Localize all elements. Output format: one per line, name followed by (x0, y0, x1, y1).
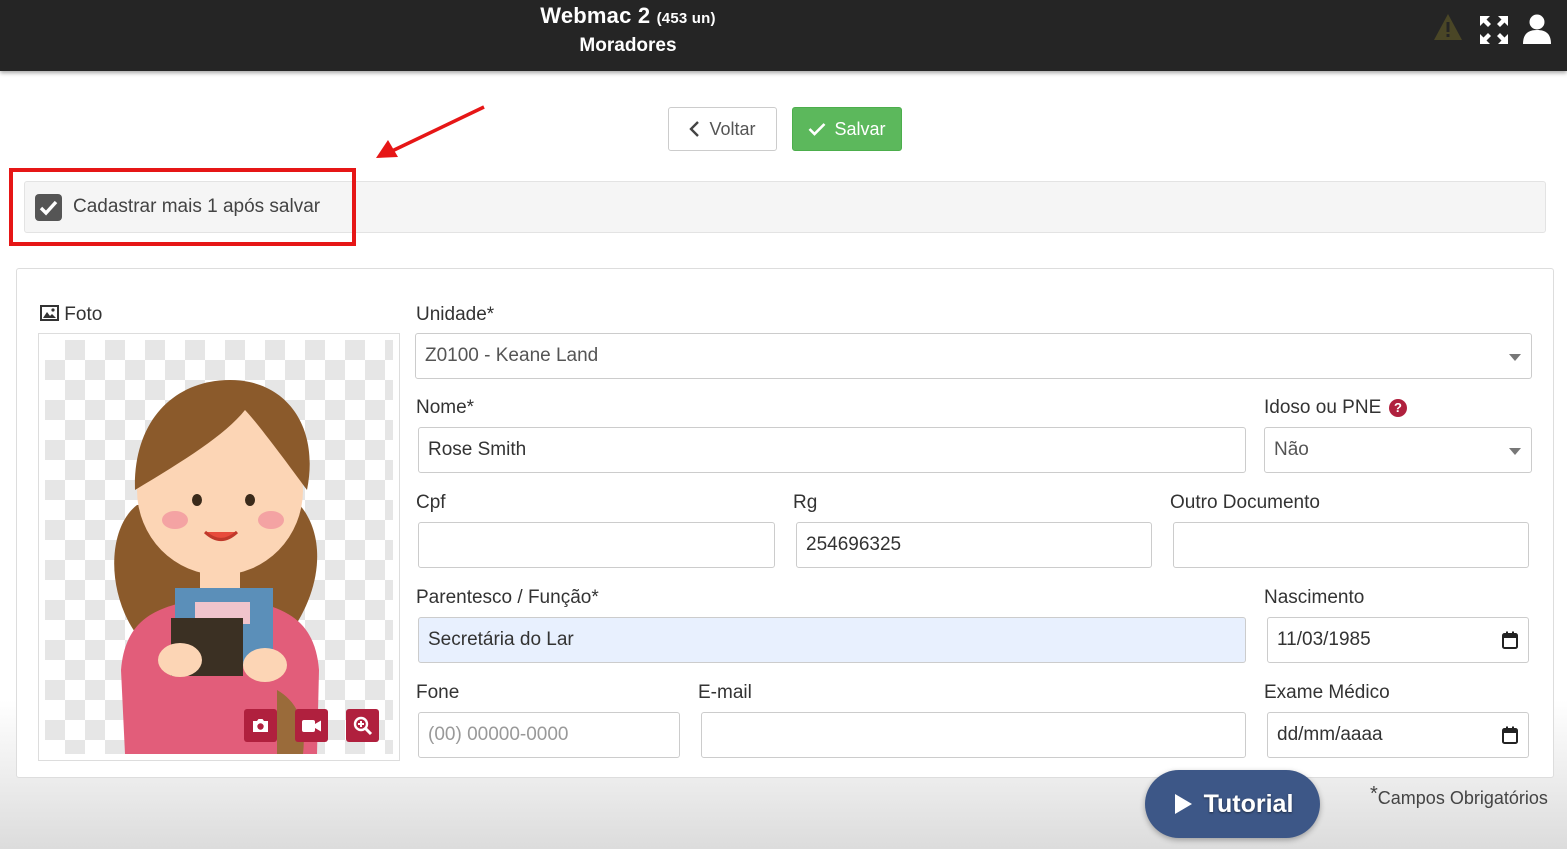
chevron-left-icon (689, 121, 700, 137)
app-name: Webmac 2 (540, 3, 651, 28)
exame-medico-date-input[interactable]: dd/mm/aaaa (1267, 712, 1529, 758)
unit-count: (453 un) (656, 10, 716, 27)
calendar-icon[interactable] (1502, 631, 1518, 649)
app-title: Webmac 2 (453 un) (0, 3, 1256, 29)
rg-input[interactable]: 254696325 (796, 522, 1152, 568)
unidade-label: Unidade* (416, 304, 495, 325)
warning-icon[interactable] (1432, 12, 1464, 47)
check-icon (809, 123, 826, 136)
nascimento-date-input[interactable]: 11/03/1985 (1267, 617, 1529, 663)
cpf-label: Cpf (416, 492, 446, 513)
fone-placeholder: (00) 00000-0000 (428, 724, 569, 745)
idoso-value: Não (1274, 439, 1309, 460)
nome-input[interactable]: Rose Smith (418, 427, 1246, 473)
unidade-value: Z0100 - Keane Land (425, 345, 599, 366)
video-button[interactable] (295, 709, 328, 742)
image-icon (40, 305, 59, 321)
required-note-text: Campos Obrigatórios (1377, 788, 1548, 808)
camera-icon (253, 719, 268, 732)
cpf-input[interactable] (418, 522, 775, 568)
back-button[interactable]: Voltar (668, 107, 777, 151)
annotation-arrow (376, 105, 485, 158)
save-label: Salvar (834, 118, 886, 139)
parentesco-input[interactable]: Secretária do Lar (418, 617, 1246, 663)
annotation-highlight-box (9, 168, 356, 246)
help-icon[interactable]: ? (1389, 399, 1407, 417)
fone-input[interactable]: (00) 00000-0000 (418, 712, 680, 758)
rg-value: 254696325 (806, 534, 902, 555)
outro-documento-input[interactable] (1173, 522, 1529, 568)
exame-medico-label: Exame Médico (1264, 682, 1390, 703)
email-input[interactable] (701, 712, 1246, 758)
required-star: * (1370, 783, 1378, 805)
nome-label: Nome* (416, 397, 475, 418)
resident-photo[interactable] (45, 340, 393, 754)
photo-label-group: Foto (40, 304, 102, 326)
photo-label: Foto (64, 304, 103, 325)
rg-label: Rg (793, 492, 818, 513)
idoso-select[interactable]: Não (1264, 427, 1532, 473)
video-icon (302, 719, 321, 732)
fullscreen-icon[interactable] (1480, 16, 1508, 49)
dropdown-caret-icon (1509, 448, 1521, 455)
camera-button[interactable] (244, 709, 277, 742)
play-icon (1174, 794, 1192, 814)
dropdown-caret-icon (1509, 354, 1521, 361)
nascimento-label: Nascimento (1264, 587, 1365, 608)
page-title: Moradores (579, 35, 677, 56)
avatar-illustration (114, 380, 319, 754)
nome-value: Rose Smith (428, 439, 527, 460)
top-bar: Webmac 2 (453 un) Moradores (0, 0, 1567, 71)
user-icon[interactable] (1523, 14, 1551, 49)
email-label: E-mail (698, 682, 752, 703)
unidade-select[interactable]: Z0100 - Keane Land (415, 333, 1532, 379)
zoom-in-icon (353, 716, 372, 735)
parentesco-value: Secretária do Lar (428, 629, 574, 650)
required-fields-note: *Campos Obrigatórios (1370, 783, 1548, 809)
tutorial-button[interactable]: Tutorial (1145, 770, 1320, 838)
nascimento-value: 11/03/1985 (1277, 629, 1371, 650)
save-button[interactable]: Salvar (792, 107, 902, 151)
outro-documento-label: Outro Documento (1170, 492, 1320, 513)
idoso-label: Idoso ou PNE (1264, 397, 1382, 418)
zoom-button[interactable] (346, 709, 379, 742)
calendar-icon[interactable] (1502, 726, 1518, 744)
exame-medico-placeholder: dd/mm/aaaa (1277, 724, 1383, 745)
back-label: Voltar (709, 118, 756, 139)
fone-label: Fone (416, 682, 460, 703)
tutorial-label: Tutorial (1203, 789, 1294, 818)
photo-frame (38, 333, 400, 761)
parentesco-label: Parentesco / Função* (416, 587, 599, 608)
